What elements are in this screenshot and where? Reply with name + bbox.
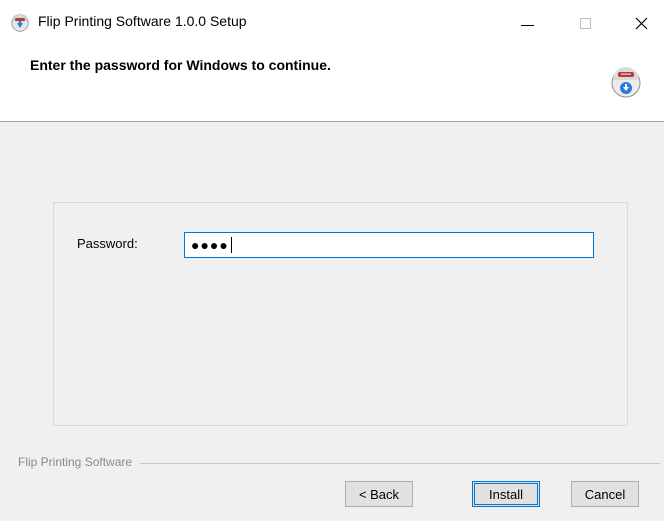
install-button-label: Install [489, 486, 523, 502]
install-button[interactable]: Install [472, 481, 540, 507]
password-label: Password: [77, 236, 138, 251]
brand-separator: Flip Printing Software [18, 455, 660, 471]
password-input[interactable]: ●●●● [184, 232, 594, 258]
title-bar[interactable]: Flip Printing Software 1.0.0 Setup [0, 0, 664, 46]
password-panel: Password: ●●●● [53, 202, 628, 426]
cancel-button[interactable]: Cancel [571, 481, 639, 507]
setup-window: Flip Printing Software 1.0.0 Setup Enter… [0, 0, 664, 521]
content-area: Password: ●●●● [0, 122, 664, 452]
brand-label: Flip Printing Software [18, 455, 141, 469]
close-icon [635, 17, 647, 29]
text-caret [230, 237, 232, 253]
installer-disc-icon [11, 14, 29, 32]
maximize-button[interactable] [562, 0, 608, 46]
minimize-icon [520, 24, 534, 26]
maximize-icon [579, 17, 591, 29]
minimize-button[interactable] [504, 0, 550, 46]
header-panel: Enter the password for Windows to contin… [0, 46, 664, 122]
window-title: Flip Printing Software 1.0.0 Setup [38, 13, 247, 29]
back-button[interactable]: < Back [345, 481, 413, 507]
password-value: ●●●● [191, 237, 229, 253]
installer-logo-icon [611, 67, 641, 98]
close-button[interactable] [618, 0, 664, 46]
header-title: Enter the password for Windows to contin… [30, 57, 331, 73]
